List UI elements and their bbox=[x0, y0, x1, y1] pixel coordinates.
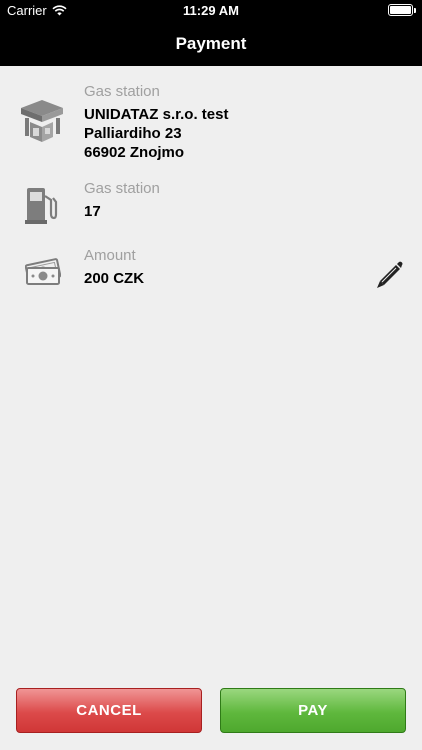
station-street: Palliardiho 23 bbox=[84, 125, 182, 142]
amount-text: Amount 200 CZK bbox=[84, 246, 144, 288]
fuel-pump-icon bbox=[25, 186, 59, 229]
station-name: UNIDATAZ s.r.o. test bbox=[84, 106, 229, 123]
battery-icon bbox=[388, 4, 416, 16]
pump-number: 17 bbox=[84, 203, 101, 220]
amount-value: 200 CZK bbox=[84, 270, 145, 287]
status-time: 11:29 AM bbox=[183, 3, 239, 18]
navigation-bar: Carrier 11:29 AM Payment bbox=[0, 0, 422, 66]
status-bar: Carrier 11:29 AM bbox=[0, 0, 422, 22]
pay-button[interactable]: PAY bbox=[220, 688, 406, 733]
gas-station-address-text: Gas station UNIDATAZ s.r.o. test Palliar… bbox=[84, 82, 228, 162]
cancel-button[interactable]: CANCEL bbox=[16, 688, 202, 733]
page-title: Payment bbox=[175, 34, 247, 53]
amount-label: Amount bbox=[84, 247, 136, 264]
pencil-icon bbox=[377, 261, 403, 288]
edit-amount-button[interactable] bbox=[374, 258, 406, 290]
pump-text: Gas station 17 bbox=[84, 179, 160, 221]
pump-label: Gas station bbox=[84, 180, 160, 197]
station-city: 66902 Znojmo bbox=[84, 144, 185, 161]
gas-station-label: Gas station bbox=[84, 83, 160, 100]
money-icon bbox=[24, 256, 62, 291]
gas-station-building-icon bbox=[18, 98, 66, 149]
